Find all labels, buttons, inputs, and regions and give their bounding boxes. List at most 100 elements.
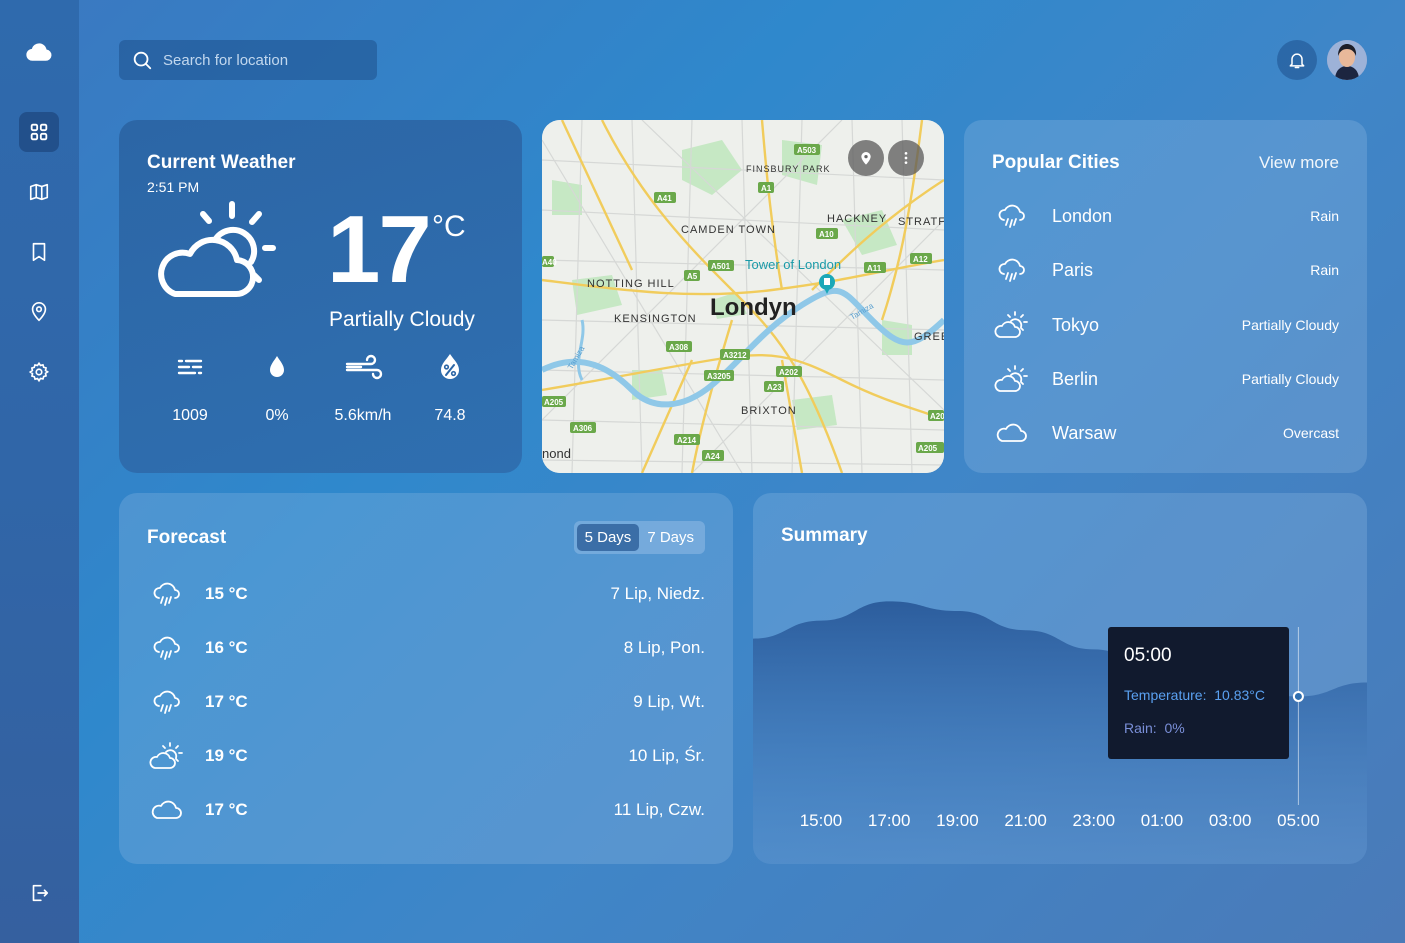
city-row-warsaw[interactable]: Warsaw Overcast	[992, 413, 1339, 453]
city-row-berlin[interactable]: Berlin Partially Cloudy	[992, 359, 1339, 399]
road-shield: A3212	[723, 351, 747, 360]
x-axis-tick-label: 15:00	[799, 811, 843, 830]
map-label-brixton: BRIXTON	[741, 405, 797, 417]
rain-icon	[147, 578, 187, 610]
road-shield: A24	[705, 452, 720, 461]
cloud-icon	[147, 796, 187, 824]
road-shield: A205	[544, 398, 564, 407]
road-shield: A5	[687, 272, 698, 281]
road-shield: A205	[918, 444, 938, 453]
chart-tooltip: 05:00 Temperature: 10.83°C Rain: 0%	[1108, 627, 1289, 759]
map-canvas[interactable]: FINSBURY PARK CAMDEN TOWN HACKNEY STRATF…	[542, 120, 944, 473]
road-shield: A308	[669, 343, 689, 352]
map-more-button[interactable]	[888, 140, 924, 176]
city-status: Rain	[1310, 208, 1339, 224]
bell-icon	[1289, 53, 1305, 69]
tooltip-time: 05:00	[1124, 645, 1172, 666]
percent-drop-icon	[441, 354, 459, 379]
forecast-temp: 19 °C	[205, 746, 248, 765]
road-shield: A501	[711, 262, 731, 271]
road-shield: A40	[542, 258, 557, 267]
location-pin-icon[interactable]	[19, 292, 59, 332]
city-row-london[interactable]: London Rain	[992, 196, 1339, 236]
hover-point	[1292, 690, 1304, 702]
wind-stat: 5.6km/h	[323, 352, 403, 425]
partly-cloudy-icon	[155, 200, 285, 305]
summary-card: Summary 15:00 17:00 19:00 21:00 23:00 01:00 03…	[753, 493, 1367, 864]
avatar[interactable]	[1327, 40, 1367, 80]
road-shield: A214	[677, 436, 697, 445]
forecast-row: 17 °C 11 Lip, Czw.	[147, 790, 705, 830]
wind-value: 5.6km/h	[334, 407, 392, 424]
road-shield: A306	[573, 424, 593, 433]
sidebar	[0, 0, 79, 943]
city-name: Warsaw	[1052, 422, 1117, 443]
city-status: Rain	[1310, 262, 1339, 278]
percent-stat: 74.8	[410, 352, 490, 425]
road-shield: A20	[930, 412, 944, 421]
rain-icon	[992, 196, 1032, 236]
road-shield: A202	[779, 368, 799, 377]
map-icon[interactable]	[19, 172, 59, 212]
dashboard-icon[interactable]	[19, 112, 59, 152]
notifications-button[interactable]	[1277, 40, 1317, 80]
bookmark-icon[interactable]	[19, 232, 59, 272]
pressure-stat: 1009	[150, 352, 230, 425]
tab-7-days[interactable]: 7 Days	[639, 524, 702, 551]
x-axis-tick-label: 05:00	[1277, 811, 1320, 830]
forecast-row: 15 °C 7 Lip, Niedz.	[147, 574, 705, 614]
forecast-date: 10 Lip, Śr.	[628, 746, 705, 765]
forecast-temp: 17 °C	[205, 692, 248, 711]
city-name: Paris	[1052, 259, 1094, 280]
x-axis-tick-label: 01:00	[1140, 811, 1184, 830]
current-weather-title: Current Weather	[147, 152, 296, 173]
road-shield: A1	[761, 184, 772, 193]
city-status: Partially Cloudy	[1241, 317, 1339, 333]
road-shield: A41	[657, 194, 672, 203]
road-shield: A10	[819, 230, 834, 239]
map-label-greenwich: GREE	[914, 331, 944, 343]
partly-cloudy-icon	[147, 740, 187, 772]
map-label-camden-town: CAMDEN TOWN	[681, 224, 776, 236]
city-row-tokyo[interactable]: Tokyo Partially Cloudy	[992, 305, 1339, 345]
logout-icon[interactable]	[19, 873, 59, 913]
search-bar[interactable]	[119, 40, 377, 80]
x-axis-tick-label: 23:00	[1072, 811, 1116, 830]
road-shield: A503	[797, 146, 817, 155]
current-condition: Partially Cloudy	[329, 308, 475, 331]
popular-cities-title: Popular Cities	[992, 152, 1120, 173]
map-pin-button[interactable]	[848, 140, 884, 176]
tooltip-rain: Rain: 0%	[1124, 720, 1185, 736]
forecast-date: 8 Lip, Pon.	[623, 638, 705, 657]
city-row-paris[interactable]: Paris Rain	[992, 250, 1339, 290]
cloud-icon[interactable]	[19, 32, 59, 72]
tab-5-days[interactable]: 5 Days	[576, 524, 640, 551]
city-name: Tokyo	[1052, 314, 1100, 335]
more-vertical-icon	[904, 152, 908, 164]
forecast-range-toggle: 5 Days 7 Days	[573, 521, 705, 554]
rain-icon	[147, 686, 187, 718]
x-axis-tick-label: 03:00	[1208, 811, 1252, 830]
forecast-temp: 17 °C	[205, 800, 248, 819]
search-input[interactable]	[163, 51, 363, 69]
wind-icon	[345, 354, 383, 380]
temperature-unit: °C	[432, 210, 466, 243]
forecast-date: 11 Lip, Czw.	[613, 800, 705, 819]
map-card[interactable]: FINSBURY PARK CAMDEN TOWN HACKNEY STRATF…	[542, 120, 944, 473]
forecast-temp: 15 °C	[205, 584, 248, 603]
forecast-card: Forecast 5 Days 7 Days 15 °C 7 Lip, Nied…	[119, 493, 733, 864]
partly-cloudy-icon	[992, 359, 1032, 399]
forecast-title: Forecast	[147, 527, 227, 548]
settings-icon[interactable]	[19, 352, 59, 392]
current-temperature: 17	[327, 196, 432, 303]
map-label-finsbury-park: FINSBURY PARK	[746, 164, 831, 174]
map-city-label: Londyn	[710, 294, 797, 321]
partly-cloudy-icon	[992, 305, 1032, 345]
drop-icon	[270, 356, 284, 377]
forecast-row: 19 °C 10 Lip, Śr.	[147, 736, 705, 776]
road-shield: A23	[767, 383, 782, 392]
view-more-link[interactable]: View more	[1259, 153, 1339, 173]
humidity-stat: 0%	[237, 352, 317, 425]
popular-cities-card: Popular Cities View more London Rain Par…	[964, 120, 1367, 473]
cloud-icon	[992, 413, 1032, 453]
